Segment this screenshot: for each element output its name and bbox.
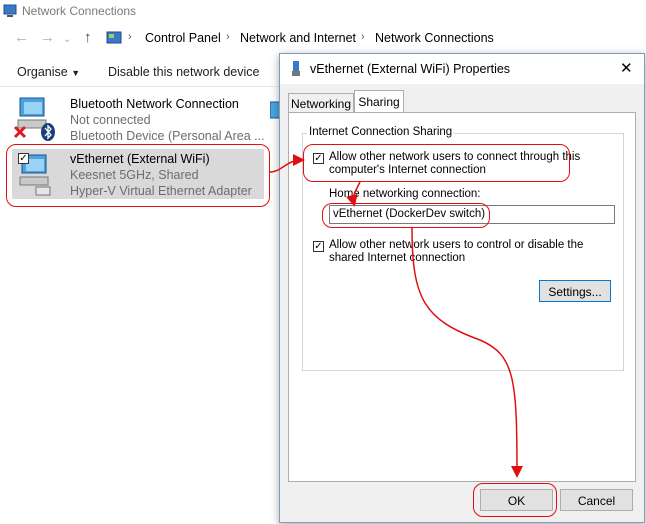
- close-icon[interactable]: ✕: [620, 59, 633, 77]
- connection-name: Bluetooth Network Connection: [70, 97, 239, 111]
- adapter-icon: [292, 61, 300, 76]
- organise-label: Organise: [17, 65, 68, 79]
- breadcrumb-network-internet[interactable]: Network and Internet: [240, 31, 356, 45]
- dialog-title: vEthernet (External WiFi) Properties: [310, 62, 511, 76]
- window-title: Network Connections: [22, 4, 137, 18]
- address-bar-row: ← → ⌄ ↑ › Control Panel › Network and In…: [0, 26, 646, 52]
- annotation-highlight-ok: [473, 483, 557, 517]
- allow-control-label-line1: Allow other network users to control or …: [329, 239, 584, 251]
- tab-networking[interactable]: Networking: [288, 93, 354, 113]
- properties-dialog: vEthernet (External WiFi) Properties ✕ N…: [279, 53, 645, 523]
- breadcrumb-control-panel[interactable]: Control Panel: [145, 31, 221, 45]
- organise-button[interactable]: Organise ▼: [17, 65, 80, 79]
- breadcrumb-separator-icon: ›: [361, 31, 365, 43]
- connection-item-bluetooth[interactable]: Bluetooth Network Connection Not connect…: [12, 94, 272, 144]
- disable-device-button[interactable]: Disable this network device: [108, 65, 259, 79]
- window-titlebar: Network Connections: [0, 0, 646, 24]
- ics-group-label: Internet Connection Sharing: [307, 126, 455, 138]
- connection-device: Bluetooth Device (Personal Area ...: [70, 129, 265, 143]
- cancel-button[interactable]: Cancel: [560, 489, 633, 511]
- forward-arrow-icon[interactable]: →: [40, 29, 55, 46]
- connection-status: Not connected: [70, 113, 151, 127]
- back-arrow-icon[interactable]: ←: [14, 29, 29, 46]
- breadcrumb-network-connections[interactable]: Network Connections: [375, 31, 494, 45]
- allow-control-label-line2: shared Internet connection: [329, 252, 466, 264]
- network-connections-icon: [3, 4, 17, 17]
- up-arrow-icon[interactable]: ↑: [84, 29, 92, 46]
- home-networking-label: Home networking connection:: [329, 188, 481, 200]
- dropdown-arrow-icon: ▼: [71, 68, 81, 78]
- annotation-highlight-allow-connect: [303, 144, 570, 182]
- settings-button[interactable]: Settings...: [539, 280, 611, 302]
- annotation-highlight-home-connection: [322, 203, 490, 228]
- breadcrumb-separator-icon: ›: [128, 31, 132, 43]
- tab-sharing[interactable]: Sharing: [354, 90, 404, 113]
- control-panel-icon: [106, 31, 122, 44]
- recent-chevron-icon[interactable]: ⌄: [63, 34, 71, 45]
- bluetooth-network-icon: [13, 97, 55, 141]
- dialog-titlebar: vEthernet (External WiFi) Properties ✕: [280, 54, 644, 84]
- annotation-highlight-connection: [6, 144, 270, 207]
- allow-control-checkbox[interactable]: ✓: [313, 241, 324, 252]
- breadcrumb-separator-icon: ›: [226, 31, 230, 43]
